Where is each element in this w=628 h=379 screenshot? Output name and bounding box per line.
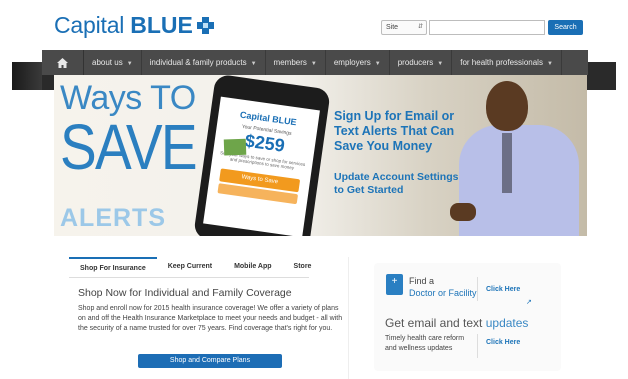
tab-store[interactable]: Store [283,257,323,277]
nav-label: employers [333,58,371,67]
nav-item-health-professionals[interactable]: for health professionals ▼ [452,50,562,75]
man-head [486,81,528,131]
divider [477,277,478,301]
hero-headline: Sign Up for Email or Text Alerts That Ca… [334,109,455,153]
nav-label: members [273,58,307,67]
doctor-finder-icon: + [386,274,403,295]
hero-banner[interactable]: Ways TO SAVE ALERTS Capital BLUE Your Po… [54,75,587,236]
chevron-down-icon: ▼ [126,61,133,67]
logo-text-capital: Capital [54,12,125,38]
email-title-prefix: Get email and text [385,316,486,330]
search-input[interactable] [429,20,545,35]
chevron-down-icon: ▼ [437,61,444,67]
nav-item-employers[interactable]: employers ▼ [326,50,390,75]
search-button[interactable]: Search [548,20,583,35]
tab-divider [69,277,309,278]
phone-image: Capital BLUE Your Potential Savings $259… [193,75,331,236]
search-scope-value: Site [386,24,399,31]
nav-label: for health professionals [460,58,543,67]
tab-bar: Shop For Insurance Keep Current Mobile A… [69,257,322,277]
site-search: Site ⇵ Search [381,20,583,35]
man-hand [450,203,476,221]
chevron-down-icon: ▼ [374,61,381,67]
cash-icon [223,138,247,156]
logo-cross-icon [196,17,214,34]
panel-body: Shop and enroll now for 2015 health insu… [78,305,343,332]
email-updates-text: Timely health care reform and wellness u… [385,335,465,352]
tab-mobile-app[interactable]: Mobile App [223,257,282,277]
nav-item-individual-family[interactable]: individual & family products ▼ [142,50,266,75]
find-label: Find a [409,276,435,286]
shop-compare-button[interactable]: Shop and Compare Plans [138,354,282,368]
main-nav: about us ▼ individual & family products ▼ … [42,50,588,75]
man-tie [502,133,512,193]
search-scope-select[interactable]: Site ⇵ [381,20,427,35]
nav-item-producers[interactable]: producers ▼ [390,50,453,75]
home-icon[interactable] [42,50,84,75]
update-account-link[interactable]: Update Account Settings to Get Started [334,171,464,197]
phone-screen: Capital BLUE Your Potential Savings $259… [203,96,320,236]
external-link-icon[interactable]: ↗ [526,298,532,306]
doctor-facility-link[interactable]: Doctor or Facility [409,288,477,298]
email-updates-title: Get email and text updates [385,316,528,330]
man-figure [459,125,579,236]
capital-blue-logo[interactable]: Capital BLUE [54,12,214,39]
email-updates-click-here[interactable]: Click Here [486,339,520,346]
find-doctor-click-here[interactable]: Click Here [486,286,520,293]
email-title-highlight: updates [485,316,529,330]
nav-item-members[interactable]: members ▼ [266,50,326,75]
nav-item-about-us[interactable]: about us ▼ [84,50,142,75]
nav-label: about us [92,58,123,67]
tab-keep-current[interactable]: Keep Current [157,257,223,277]
chevron-down-icon: ▼ [250,61,257,67]
divider [477,334,478,358]
chevron-down-icon: ▼ [546,61,553,67]
panel-title: Shop Now for Individual and Family Cover… [78,287,292,299]
select-arrow-icon: ⇵ [417,24,423,30]
chevron-down-icon: ▼ [310,61,317,67]
logo-text-blue: BLUE [130,12,193,38]
hero-save: SAVE [60,111,198,183]
hero-alerts: ALERTS [60,204,166,232]
nav-label: producers [397,58,434,67]
nav-label: individual & family products [149,58,247,67]
tab-shop-for-insurance[interactable]: Shop For Insurance [69,257,157,277]
